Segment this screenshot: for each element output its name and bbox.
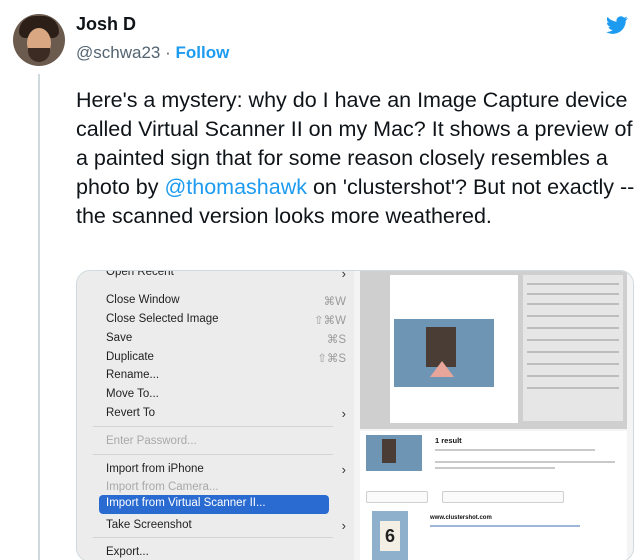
- menu-item-rename[interactable]: Rename...: [106, 369, 159, 381]
- thread-line: [38, 74, 40, 560]
- twitter-bird-icon[interactable]: [604, 14, 630, 36]
- result-thumbnail[interactable]: 6: [372, 511, 408, 560]
- menu-item-take-screenshot[interactable]: Take Screenshot: [106, 519, 192, 531]
- menu-divider: [93, 454, 333, 455]
- tweet-card: Josh D @schwa23 · Follow Here's a myster…: [0, 0, 642, 560]
- chevron-right-icon: ›: [341, 406, 346, 421]
- screenshot-right-panel: 1 result 6 www.clustershot.com: [354, 271, 633, 560]
- scanned-sign-image: [394, 319, 494, 387]
- menu-item-import-from-camera: Import from Camera...: [106, 481, 219, 493]
- menu-shortcut: ⌘W: [323, 296, 346, 308]
- scan-preview-page: [390, 275, 518, 423]
- filter-input[interactable]: [442, 491, 564, 503]
- results-count: 1 result: [435, 436, 462, 445]
- menu-item-revert-to[interactable]: Revert To: [106, 407, 155, 419]
- menu-item-enter-password: Enter Password...: [106, 435, 197, 447]
- menu-item-move-to[interactable]: Move To...: [106, 388, 159, 400]
- menu-item-import-from-virtual-scanner[interactable]: Import from Virtual Scanner II...: [99, 495, 329, 514]
- virtual-scanner-window: [360, 271, 627, 429]
- menu-divider: [93, 537, 333, 538]
- menu-item-export[interactable]: Export...: [106, 546, 149, 558]
- author-handle-row: @schwa23 · Follow: [76, 43, 229, 63]
- menu-item-label: Import from Virtual Scanner II...: [106, 497, 266, 509]
- chevron-right-icon: ›: [341, 270, 346, 281]
- menu-shortcut: ⌘S: [326, 334, 346, 346]
- menu-item-import-from-iphone[interactable]: Import from iPhone: [106, 463, 204, 475]
- menu-item-close-selected-image[interactable]: Close Selected Image: [106, 313, 219, 325]
- sort-select[interactable]: [366, 491, 428, 503]
- separator-dot: ·: [165, 43, 171, 62]
- tweet-media-image[interactable]: Open Recent › Close Window ⌘W Close Sele…: [76, 270, 634, 560]
- search-results-panel: 1 result 6 www.clustershot.com: [360, 431, 627, 560]
- menu-divider: [93, 426, 333, 427]
- avatar[interactable]: [13, 14, 65, 66]
- scanner-settings-panel: [523, 275, 623, 421]
- author-name[interactable]: Josh D: [76, 14, 136, 35]
- menu-item-open-recent[interactable]: Open Recent: [106, 271, 174, 278]
- chevron-right-icon: ›: [341, 518, 346, 533]
- mention-link[interactable]: @thomashawk: [164, 175, 307, 199]
- menu-item-duplicate[interactable]: Duplicate: [106, 351, 154, 363]
- menu-item-close-window[interactable]: Close Window: [106, 294, 180, 306]
- menu-item-save[interactable]: Save: [106, 332, 132, 344]
- menu-shortcut: ⇧⌘W: [314, 315, 346, 327]
- menu-shortcut: ⇧⌘S: [317, 353, 346, 365]
- result-site[interactable]: www.clustershot.com: [430, 515, 492, 521]
- follow-button[interactable]: Follow: [176, 43, 230, 62]
- author-handle[interactable]: @schwa23: [76, 43, 160, 62]
- tweet-text: Here's a mystery: why do I have an Image…: [76, 86, 636, 231]
- result-thumbnail[interactable]: [366, 435, 422, 471]
- file-menu: Open Recent › Close Window ⌘W Close Sele…: [77, 271, 354, 560]
- chevron-right-icon: ›: [341, 462, 346, 477]
